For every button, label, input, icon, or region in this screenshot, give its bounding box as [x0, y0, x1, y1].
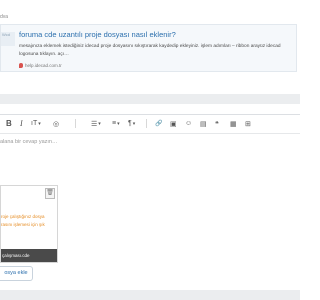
attachment-card[interactable]: 🗑 roje çalıştığınız dosya rasını işlemes…	[0, 185, 58, 263]
footer-band	[0, 290, 300, 300]
list-icon: ☰	[91, 120, 98, 128]
italic-button[interactable]: I	[20, 117, 23, 130]
table-icon[interactable]: ⊞	[245, 117, 251, 130]
smilie-icon[interactable]: ☺	[185, 117, 192, 130]
link-preview-url[interactable]: help.idecad.com.tr	[19, 63, 62, 68]
link-preview-description: mesajınıza eklemek istediğiniz idecad pr…	[19, 44, 281, 57]
list-button[interactable]: ☰ ▾	[91, 117, 101, 130]
font-size-icon: ıT	[31, 120, 38, 127]
paragraph-button[interactable]: ¶ ▾	[128, 117, 135, 130]
chevron-down-icon: ▾	[38, 120, 41, 127]
attachment-preview-text: roje çalıştığınız dosya rasını işlemesi …	[1, 213, 57, 229]
attachment-text-line: roje çalıştığınız dosya	[1, 214, 45, 219]
link-preview-card[interactable]: Wcd foruma cde uzantılı proje dosyası na…	[0, 24, 297, 72]
reply-editor-placeholder[interactable]: alana bir cevap yazın…	[0, 139, 57, 145]
editor-toolbar: B I ıT ▾ ◎ ☰ ▾ ≡ ▾ ¶ ▾ 🔗 ▣ ☺ ▤ ❝ ▦ ⊞	[0, 116, 300, 132]
link-icon[interactable]: 🔗	[155, 117, 162, 130]
attachment-text-line: rasını işlemesi için şık	[1, 222, 45, 227]
link-preview-title[interactable]: foruma cde uzantılı proje dosyası nasıl …	[19, 30, 176, 39]
image-icon[interactable]: ▣	[170, 117, 177, 130]
chevron-down-icon: ▾	[132, 120, 136, 127]
toolbar-separator	[75, 119, 76, 128]
location-pin-icon	[19, 63, 23, 68]
chevron-down-icon: ▾	[117, 120, 120, 127]
section-divider	[0, 94, 300, 104]
chevron-down-icon: ▾	[98, 120, 101, 127]
align-button[interactable]: ≡ ▾	[112, 117, 120, 130]
editor-border	[0, 114, 300, 115]
paragraph-icon: ¶	[128, 120, 132, 127]
thumbnail-label: Wcd	[2, 32, 10, 37]
breadcrumb[interactable]: dva	[0, 14, 8, 20]
toolbar-separator	[146, 119, 147, 128]
bold-button[interactable]: B	[6, 117, 12, 130]
editor-toolbar-divider	[0, 133, 300, 134]
code-icon[interactable]: ▦	[230, 117, 237, 130]
trash-icon[interactable]: 🗑	[45, 188, 55, 199]
text-color-icon[interactable]: ◎	[53, 117, 59, 130]
font-size-button[interactable]: ıT ▾	[31, 117, 41, 130]
media-icon[interactable]: ▤	[200, 117, 207, 130]
add-file-button[interactable]: osya ekle	[0, 266, 33, 281]
align-icon: ≡	[112, 120, 117, 127]
link-preview-url-text: help.idecad.com.tr	[25, 63, 62, 68]
quote-icon[interactable]: ❝	[215, 117, 219, 130]
attachment-filename: çalışması.cde	[1, 249, 57, 262]
